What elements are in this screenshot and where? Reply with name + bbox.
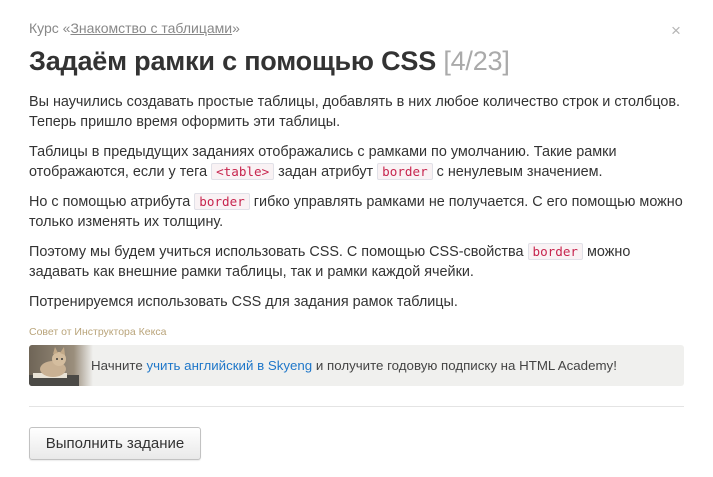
- code-border-attr: border: [377, 163, 433, 180]
- paragraph-5: Потренируемся использовать CSS для задан…: [29, 294, 458, 310]
- paragraph-1: Вы научились создавать простые таблицы, …: [29, 94, 681, 130]
- divider: [29, 406, 684, 407]
- close-button[interactable]: ×: [671, 22, 681, 40]
- code-border-attr: border: [194, 193, 250, 210]
- paragraph-2: Таблицы в предыдущих заданиях отображали…: [29, 144, 617, 180]
- close-icon[interactable]: ×: [671, 21, 681, 40]
- course-prefix: Курс «: [29, 20, 71, 36]
- breadcrumb: Курс «Знакомство с таблицами»: [29, 20, 240, 37]
- tip-text: Начните учить английский в Skyeng и полу…: [91, 358, 617, 373]
- task-description: Вы научились создавать простые таблицы, …: [29, 92, 689, 322]
- code-table-tag: <table>: [211, 163, 275, 180]
- paragraph-4: Поэтому мы будем учиться использовать CS…: [29, 243, 631, 280]
- code-border-property: border: [527, 243, 584, 260]
- step-counter: [4/23]: [443, 46, 510, 76]
- course-suffix: »: [232, 20, 240, 36]
- page-title-text: Задаём рамки с помощью CSS: [29, 46, 436, 76]
- page-title: Задаём рамки с помощью CSS [4/23]: [29, 44, 510, 78]
- skyeng-link[interactable]: учить английский в Skyeng: [146, 358, 312, 373]
- cat-avatar-icon: [29, 345, 93, 386]
- paragraph-3: Но с помощью атрибута border гибко управ…: [29, 193, 683, 230]
- tip-label: Совет от Инструктора Кекса: [29, 326, 167, 338]
- submit-task-button[interactable]: Выполнить задание: [29, 427, 201, 460]
- tip-box: Начните учить английский в Skyeng и полу…: [29, 345, 684, 386]
- course-link[interactable]: Знакомство с таблицами: [70, 20, 232, 36]
